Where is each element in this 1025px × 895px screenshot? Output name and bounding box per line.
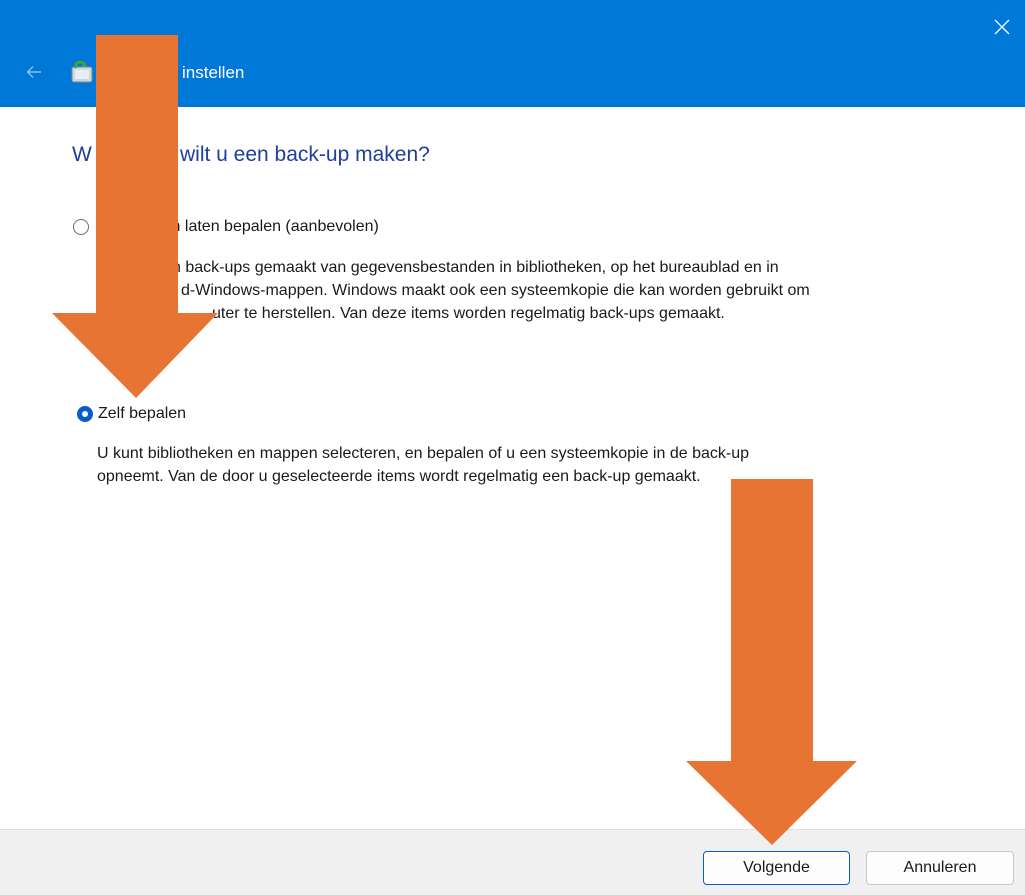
description-line: d-Windows-mappen. Windows maakt ook een …	[181, 282, 810, 299]
back-button[interactable]	[20, 58, 48, 86]
backup-app-icon	[71, 60, 93, 83]
description-line: n back-ups gemaakt van gegevensbestanden…	[172, 259, 779, 276]
window-title: instellen	[182, 63, 245, 82]
title-bar: instellen	[0, 0, 1025, 107]
back-arrow-icon	[26, 66, 41, 78]
description-line: uter te herstellen. Van deze items worde…	[212, 305, 725, 322]
option-custom-label[interactable]: Zelf bepalen	[98, 405, 186, 423]
radio-custom[interactable]	[77, 406, 93, 422]
option-automatic-label[interactable]: isch laten bepalen (aanbevolen)	[152, 218, 379, 236]
next-button[interactable]: Volgende	[703, 851, 850, 885]
description-line: opneemt. Van de door u geselecteerde ite…	[97, 468, 701, 485]
footer-bar: Volgende Annuleren	[0, 829, 1025, 895]
cancel-button[interactable]: Annuleren	[866, 851, 1014, 885]
radio-automatic[interactable]	[73, 219, 89, 235]
annotation-arrow-down	[686, 479, 857, 845]
page-heading-rest: wilt u een back-up maken?	[180, 143, 430, 166]
close-icon	[994, 19, 1010, 35]
close-button[interactable]	[985, 10, 1019, 44]
page-heading-start: W	[72, 143, 92, 166]
description-line: U kunt bibliotheken en mappen selecteren…	[97, 445, 749, 462]
